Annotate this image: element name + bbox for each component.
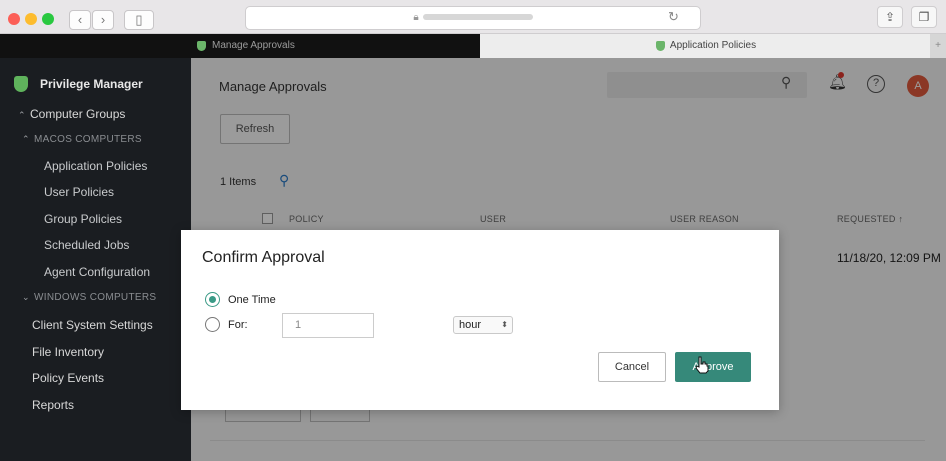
browser-toolbar: ‹ › ▯ 🔒︎ ↻ ⇪ ❐ <box>0 0 946 34</box>
sidebar-section-macos[interactable]: ⌃ MACOS COMPUTERS <box>0 134 191 145</box>
minimize-window-button[interactable] <box>25 13 37 25</box>
new-tab-button[interactable]: + <box>930 34 946 58</box>
shield-icon <box>197 41 206 51</box>
url-text-blurred <box>422 14 533 21</box>
chevron-left-icon: ‹ <box>77 12 83 27</box>
zoom-window-button[interactable] <box>42 13 54 25</box>
chevron-right-icon: › <box>100 12 106 27</box>
reload-icon[interactable]: ↻ <box>668 9 679 25</box>
sidebar-item-scheduled-jobs[interactable]: Scheduled Jobs <box>0 238 191 252</box>
one-time-radio[interactable] <box>205 292 220 307</box>
duration-unit-select[interactable]: hour ⬍ <box>453 316 513 334</box>
chevron-down-icon: ⌄ <box>22 292 30 302</box>
tabs-icon: ❐ <box>918 10 930 24</box>
tab-bar: Manage Approvals Application Policies + <box>0 34 946 58</box>
lock-icon: 🔒︎ <box>413 12 419 23</box>
for-duration-radio[interactable] <box>205 317 220 332</box>
sidebar-item-label: WINDOWS COMPUTERS <box>34 292 157 303</box>
tab-label: Manage Approvals <box>212 40 295 51</box>
sidebar-toggle-button[interactable]: ▯ <box>124 10 154 30</box>
brand-name: Privilege Manager <box>40 77 143 91</box>
shield-icon <box>656 41 665 51</box>
tab-application-policies[interactable]: Application Policies <box>480 34 930 58</box>
sidebar-item-label: Computer Groups <box>30 107 126 121</box>
tab-overview-button[interactable]: ❐ <box>911 6 937 28</box>
dialog-title: Confirm Approval <box>202 249 325 266</box>
confirm-approval-dialog: Confirm Approval One Time For: 1 hour ⬍ … <box>181 230 779 410</box>
sidebar-item-user-policies[interactable]: User Policies <box>0 185 191 199</box>
forward-button[interactable]: › <box>92 10 114 30</box>
approve-button[interactable]: Approve <box>675 352 751 382</box>
address-bar[interactable]: 🔒︎ <box>245 6 701 30</box>
tab-manage-approvals[interactable]: Manage Approvals <box>190 34 480 58</box>
sidebar: Privilege Manager ⌃ Computer Groups ⌃ MACO… <box>0 58 191 461</box>
hand-cursor-icon <box>695 356 709 374</box>
sidebar-item-application-policies[interactable]: Application Policies <box>0 159 191 173</box>
sidebar-item-group-policies[interactable]: Group Policies <box>0 212 191 226</box>
share-button[interactable]: ⇪ <box>877 6 903 28</box>
close-window-button[interactable] <box>8 13 20 25</box>
share-icon: ⇪ <box>884 10 896 24</box>
sidebar-item-policy-events[interactable]: Policy Events <box>0 371 191 385</box>
back-button[interactable]: ‹ <box>69 10 91 30</box>
sidebar-item-computer-groups[interactable]: ⌃ Computer Groups <box>0 107 191 121</box>
sidebar-item-label: MACOS COMPUTERS <box>34 134 142 145</box>
sidebar-item-reports[interactable]: Reports <box>0 398 191 412</box>
select-arrows-icon: ⬍ <box>501 320 508 329</box>
duration-input[interactable]: 1 <box>282 313 374 338</box>
chevron-up-icon: ⌃ <box>18 110 26 120</box>
one-time-label: One Time <box>228 294 276 306</box>
sidebar-item-agent-configuration[interactable]: Agent Configuration <box>0 265 191 279</box>
sidebar-item-file-inventory[interactable]: File Inventory <box>0 345 191 359</box>
chevron-up-icon: ⌃ <box>22 134 30 144</box>
sidebar-item-client-system-settings[interactable]: Client System Settings <box>0 318 191 332</box>
tab-label: Application Policies <box>669 40 757 51</box>
unit-selected-value: hour <box>459 319 482 331</box>
sidebar-section-windows[interactable]: ⌄ WINDOWS COMPUTERS <box>0 292 191 303</box>
cancel-button[interactable]: Cancel <box>598 352 666 382</box>
for-label: For: <box>228 319 248 331</box>
shield-logo-icon <box>14 76 28 92</box>
sidebar-icon: ▯ <box>135 12 143 27</box>
